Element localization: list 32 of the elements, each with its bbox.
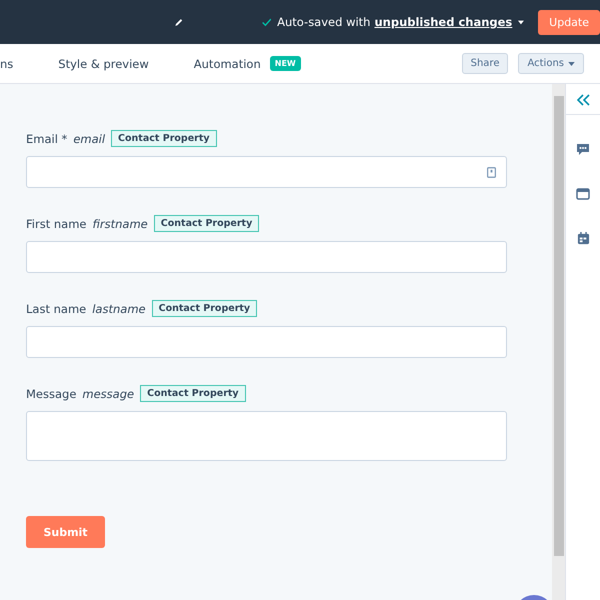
check-icon xyxy=(262,16,272,28)
field-label: First name xyxy=(26,216,86,230)
scrollbar[interactable] xyxy=(552,84,565,600)
new-badge: NEW xyxy=(270,56,301,71)
input-field[interactable] xyxy=(26,411,507,461)
tab[interactable]: Style & preview xyxy=(58,56,149,70)
property-name: email xyxy=(73,132,106,146)
contact-property-tag: Contact Property xyxy=(152,300,258,317)
autosave-status: Auto-saved with xyxy=(277,15,370,29)
input-field[interactable] xyxy=(26,326,507,358)
actions-button[interactable]: Actions xyxy=(518,53,584,74)
window-icon[interactable] xyxy=(576,188,590,200)
property-name: lastname xyxy=(92,302,146,316)
chat-bubble-icon[interactable] xyxy=(576,143,590,156)
property-name: message xyxy=(82,386,134,400)
caret-icon xyxy=(568,62,575,66)
calendar-icon[interactable] xyxy=(576,232,590,245)
caret-icon[interactable] xyxy=(518,20,524,24)
contact-property-tag: Contact Property xyxy=(140,385,246,402)
tab[interactable]: Automation xyxy=(194,56,261,70)
property-name: firstname xyxy=(92,216,148,230)
double-chevron-icon[interactable] xyxy=(576,94,590,106)
input-field[interactable] xyxy=(26,156,507,188)
share-button[interactable]: Share xyxy=(462,53,508,74)
field-label: Last name xyxy=(26,302,86,316)
field-label: Message xyxy=(26,386,76,400)
contact-property-tag: Contact Property xyxy=(154,215,260,232)
contact-property-tag: Contact Property xyxy=(111,130,217,147)
unpublished-changes-link[interactable]: unpublished changes xyxy=(374,15,512,29)
tab[interactable]: ns xyxy=(0,56,14,70)
field-label: Email * xyxy=(26,132,68,146)
input-field[interactable] xyxy=(26,241,507,273)
